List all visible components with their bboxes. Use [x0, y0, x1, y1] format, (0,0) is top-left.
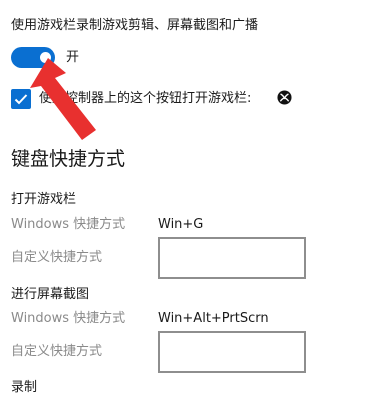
custom-shortcut-input-open-game-bar[interactable]	[158, 237, 306, 279]
shortcut-group-title: 打开游戏栏	[11, 192, 77, 207]
controller-setting-label: 使用控制器上的这个按钮打开游戏栏:	[39, 91, 252, 106]
toggle-state-label: 开	[66, 50, 80, 65]
custom-shortcut-label: 自定义快捷方式	[11, 250, 103, 265]
custom-shortcut-label: 自定义快捷方式	[11, 344, 103, 359]
windows-shortcut-label: Windows 快捷方式	[11, 311, 126, 326]
game-bar-toggle[interactable]	[11, 47, 55, 68]
shortcut-group-title: 进行屏幕截图	[11, 287, 90, 302]
checkmark-icon	[14, 94, 28, 105]
windows-shortcut-value: Win+G	[158, 217, 204, 232]
controller-checkbox[interactable]	[11, 89, 31, 109]
xbox-icon	[277, 90, 292, 105]
custom-shortcut-input-screenshot[interactable]	[158, 331, 306, 373]
toggle-knob	[40, 52, 51, 63]
windows-shortcut-value: Win+Alt+PrtScrn	[158, 311, 269, 326]
keyboard-shortcuts-heading: 键盘快捷方式	[11, 148, 126, 170]
game-bar-setting-label: 使用游戏栏录制游戏剪辑、屏幕截图和广播	[11, 18, 259, 33]
shortcut-group-title: 录制	[11, 380, 38, 395]
windows-shortcut-label: Windows 快捷方式	[11, 217, 126, 232]
